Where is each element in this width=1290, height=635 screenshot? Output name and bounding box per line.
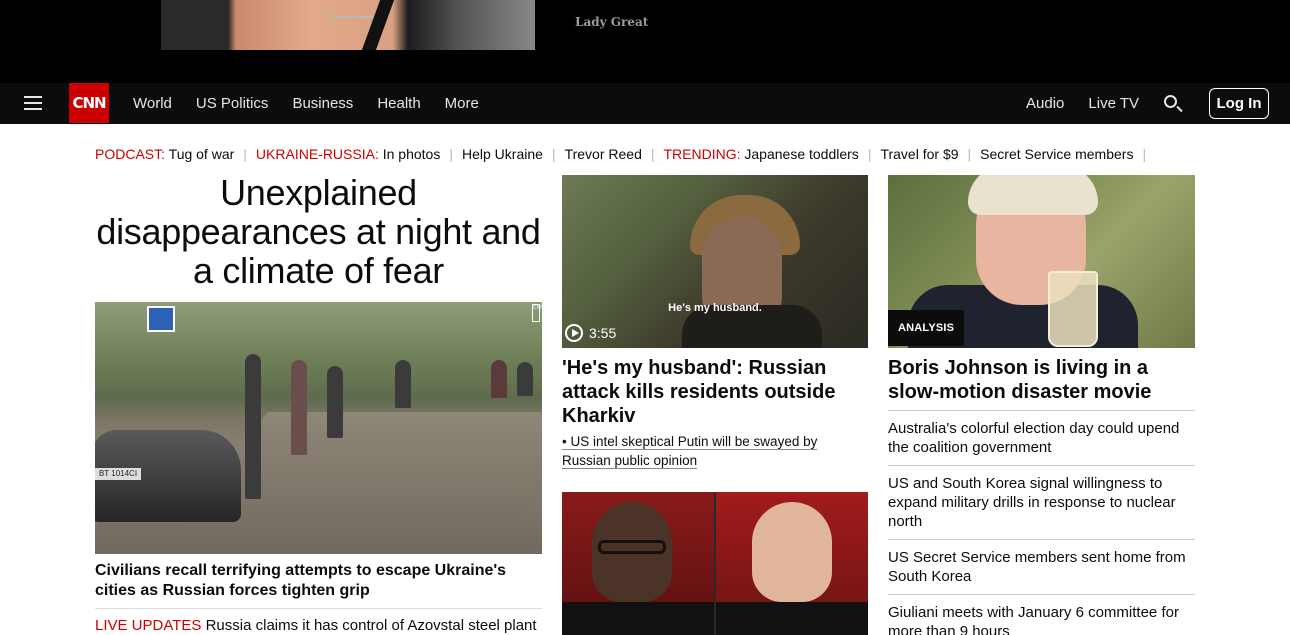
right-story-title[interactable]: Boris Johnson is living in a slow-motion…: [888, 356, 1188, 404]
person-figure: [395, 360, 411, 408]
divider: |: [449, 146, 453, 162]
divider: |: [867, 146, 872, 162]
ad-image[interactable]: [161, 0, 535, 50]
cnn-logo[interactable]: CNN: [69, 83, 109, 123]
nav-link-us-politics[interactable]: US Politics: [196, 95, 269, 112]
divider: |: [967, 146, 972, 162]
person-figure: [491, 360, 507, 398]
nav-link-live-tv[interactable]: Live TV: [1088, 95, 1139, 112]
trend-item[interactable]: Help Ukraine: [462, 146, 543, 162]
search-icon[interactable]: [1163, 94, 1183, 114]
glasses-graphic: [598, 540, 666, 554]
list-item[interactable]: US and South Korea signal willingness to…: [888, 465, 1195, 539]
person-figure: [245, 354, 261, 499]
list-item[interactable]: Australia's colorful election day could …: [888, 410, 1195, 465]
person-figure: [517, 362, 533, 396]
license-plate: BT 1014CI: [95, 468, 141, 480]
ad-banner[interactable]: Lady Great: [0, 0, 1290, 83]
divider: |: [551, 146, 556, 162]
analysis-badge: ANALYSIS: [888, 310, 965, 346]
person-figure: [291, 360, 307, 455]
login-button[interactable]: Log In: [1209, 88, 1269, 119]
main-story-title[interactable]: Civilians recall terrifying attempts to …: [95, 561, 542, 601]
nav-right: Audio Live TV Log In: [1026, 83, 1269, 124]
face-graphic: [752, 502, 832, 602]
divider: |: [1142, 146, 1147, 162]
divider: |: [650, 146, 655, 162]
ad-text[interactable]: Lady Great: [575, 15, 648, 29]
divider: |: [243, 146, 247, 162]
crosswalk-sign: [147, 306, 175, 332]
hamburger-icon[interactable]: [24, 95, 42, 111]
play-icon: [565, 324, 583, 342]
related-link[interactable]: • US intel skeptical Putin will be swaye…: [562, 432, 852, 470]
video-duration-badge[interactable]: 3:55: [565, 324, 616, 342]
person-figure: [327, 366, 343, 438]
robe-graphic: [562, 602, 714, 635]
nav-link-business[interactable]: Business: [292, 95, 353, 112]
main-navigation: CNN World US Politics Business Health Mo…: [0, 83, 1290, 124]
nav-link-world[interactable]: World: [133, 95, 172, 112]
trend-item[interactable]: Travel for $9: [880, 146, 958, 162]
nav-link-health[interactable]: Health: [377, 95, 420, 112]
trend-item[interactable]: Secret Service members: [980, 146, 1133, 162]
trend-item[interactable]: PODCAST: Tug of war: [95, 146, 234, 162]
video-caption: He's my husband.: [668, 302, 762, 314]
trend-item[interactable]: UKRAINE-RUSSIA: In photos: [256, 146, 440, 162]
list-item[interactable]: US Secret Service members sent home from…: [888, 539, 1195, 594]
middle-story-title[interactable]: 'He's my husband': Russian attack kills …: [562, 356, 862, 428]
headline-list: Australia's colorful election day could …: [888, 410, 1195, 635]
nav-link-more[interactable]: More: [445, 95, 479, 112]
cnn-watermark: CNN: [532, 304, 542, 322]
video-duration: 3:55: [589, 325, 617, 341]
nav-link-audio[interactable]: Audio: [1026, 95, 1064, 112]
divider: [95, 608, 542, 609]
nav-links: World US Politics Business Health More: [133, 83, 503, 124]
justices-image[interactable]: [562, 492, 868, 635]
trending-bar: PODCAST: Tug of war | UKRAINE-RUSSIA: In…: [95, 144, 1155, 164]
beer-glass-graphic: [1048, 271, 1098, 347]
main-story-image[interactable]: BT 1014CI CNN: [95, 302, 542, 554]
trend-item[interactable]: Trevor Reed: [565, 146, 642, 162]
robe-graphic: [716, 602, 868, 635]
trend-item[interactable]: TRENDING: Japanese toddlers: [664, 146, 859, 162]
list-item[interactable]: Giuliani meets with January 6 committee …: [888, 594, 1195, 635]
main-headline[interactable]: Unexplained disappearances at night and …: [95, 173, 542, 290]
video-thumbnail[interactable]: He's my husband.: [562, 175, 868, 348]
live-updates-link[interactable]: LIVE UPDATES Russia claims it has contro…: [95, 616, 542, 635]
hair-graphic: [968, 175, 1098, 215]
